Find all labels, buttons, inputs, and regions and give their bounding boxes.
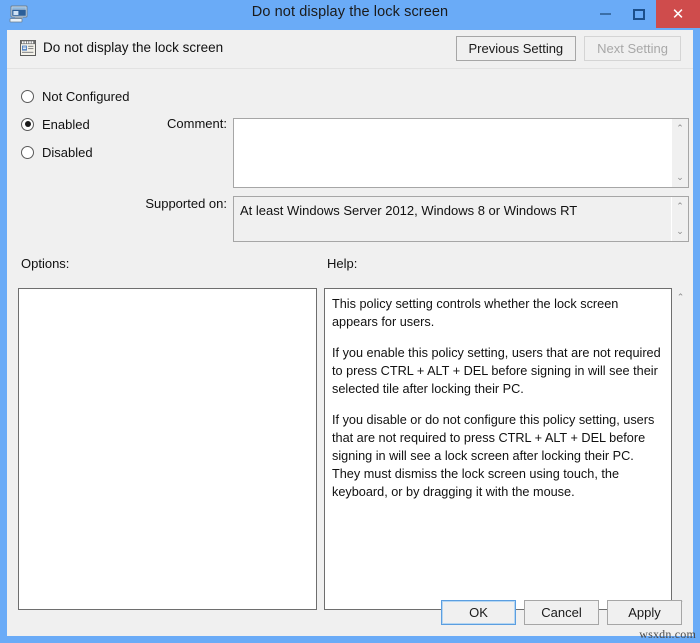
title-bar[interactable]: Do not display the lock screen ✕ <box>0 0 700 30</box>
options-panel[interactable] <box>18 288 317 610</box>
help-paragraph: If you enable this policy setting, users… <box>332 346 661 397</box>
radio-circle-icon <box>21 145 34 159</box>
maximize-button[interactable] <box>622 0 656 28</box>
maximize-icon <box>633 8 645 20</box>
supported-on-scrollbar[interactable]: ⌃ ⌄ <box>671 197 688 241</box>
radio-disabled[interactable]: Disabled <box>21 138 221 166</box>
supported-on-label: Supported on: <box>145 196 227 211</box>
supported-on-textbox: At least Windows Server 2012, Windows 8 … <box>233 196 689 242</box>
policy-header: Do not display the lock screen Previous … <box>7 30 693 69</box>
close-icon: ✕ <box>671 6 685 23</box>
caption-buttons: ✕ <box>588 0 700 30</box>
cancel-button[interactable]: Cancel <box>524 600 599 625</box>
next-setting-button[interactable]: Next Setting <box>584 36 681 61</box>
help-panel[interactable]: This policy setting controls whether the… <box>324 288 672 610</box>
scroll-up-icon[interactable]: ⌃ <box>672 290 689 305</box>
scroll-down-icon[interactable]: ⌄ <box>672 224 689 239</box>
previous-setting-button[interactable]: Previous Setting <box>455 36 577 61</box>
comment-textbox[interactable]: ⌃ ⌄ <box>233 118 689 188</box>
scroll-down-icon[interactable]: ⌄ <box>672 170 689 185</box>
scroll-up-icon[interactable]: ⌃ <box>672 199 689 214</box>
help-label: Help: <box>327 256 358 271</box>
help-paragraph: If you disable or do not configure this … <box>332 413 655 500</box>
policy-setting-icon <box>19 39 37 57</box>
radio-circle-selected-icon <box>21 117 34 131</box>
help-panel-wrapper: This policy setting controls whether the… <box>324 288 689 610</box>
minimize-button[interactable] <box>588 0 622 28</box>
watermark: wsxdn.com <box>639 627 696 641</box>
radio-not-configured[interactable]: Not Configured <box>21 82 221 110</box>
radio-label: Disabled <box>42 144 93 160</box>
radio-label: Enabled <box>42 116 90 132</box>
close-button[interactable]: ✕ <box>656 0 700 28</box>
help-paragraph: This policy setting controls whether the… <box>332 297 619 330</box>
policy-name-label: Do not display the lock screen <box>43 40 224 55</box>
help-scrollbar[interactable]: ⌃ ⌄ <box>672 288 689 610</box>
supported-on-value: At least Windows Server 2012, Windows 8 … <box>234 197 671 241</box>
comment-label: Comment: <box>167 116 227 131</box>
comment-scrollbar[interactable]: ⌃ ⌄ <box>671 119 688 187</box>
radio-label: Not Configured <box>42 88 130 104</box>
dialog-window: Do not display the lock screen ✕ Do not … <box>0 0 700 643</box>
dialog-footer: OK Cancel Apply <box>441 600 682 625</box>
scroll-up-icon[interactable]: ⌃ <box>672 121 689 136</box>
dialog-client-area: Do not display the lock screen Previous … <box>7 30 693 636</box>
comment-value[interactable] <box>234 119 671 187</box>
minimize-icon <box>599 13 611 15</box>
options-label: Options: <box>21 256 70 271</box>
navigation-buttons: Previous Setting Next Setting <box>455 36 681 61</box>
radio-circle-icon <box>21 89 34 103</box>
ok-button[interactable]: OK <box>441 600 516 625</box>
apply-button[interactable]: Apply <box>607 600 682 625</box>
